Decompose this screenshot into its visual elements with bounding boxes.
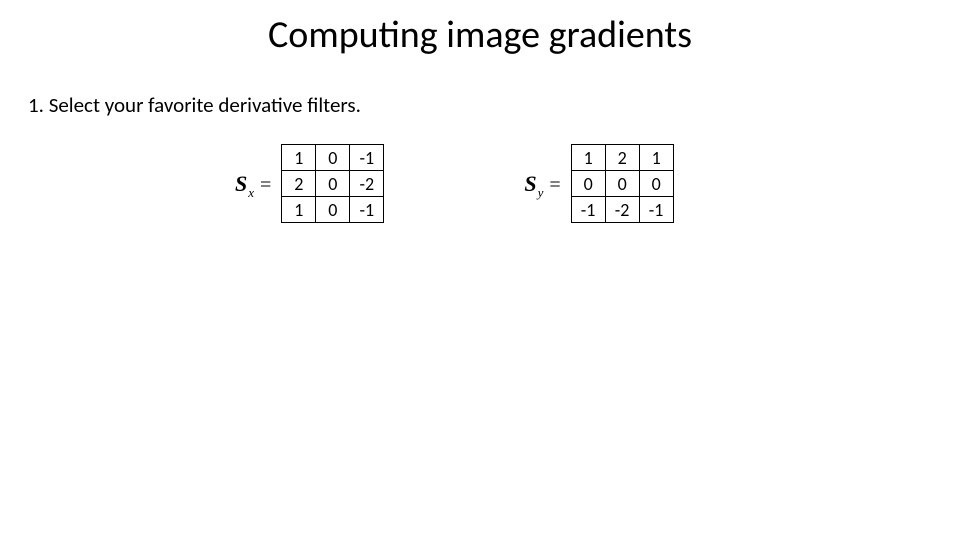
matrix-cell: 0 <box>605 171 639 197</box>
matrix-cell: -1 <box>639 197 673 223</box>
matrix-cell: 0 <box>316 171 350 197</box>
filter-sx: S x = 1 0 -1 2 0 -2 1 0 -1 <box>235 144 384 223</box>
filter-sy-label: S y = <box>524 171 560 197</box>
table-row: 2 0 -2 <box>282 171 384 197</box>
filter-sy-symbol: S <box>524 171 536 197</box>
filter-sy-equals: = <box>549 174 560 197</box>
matrix-cell: -1 <box>350 145 384 171</box>
matrix-cell: 1 <box>571 145 605 171</box>
table-row: 1 2 1 <box>571 145 673 171</box>
filter-sx-symbol: S <box>235 171 247 197</box>
filter-sx-equals: = <box>260 174 271 197</box>
matrix-cell: 0 <box>639 171 673 197</box>
matrix-cell: 1 <box>282 145 316 171</box>
matrix-cell: 0 <box>571 171 605 197</box>
matrix-cell: 1 <box>282 197 316 223</box>
filter-sy-subscript: y <box>538 185 544 201</box>
slide: Computing image gradients 1. Select your… <box>0 0 960 540</box>
table-row: 1 0 -1 <box>282 145 384 171</box>
matrix-cell: -1 <box>350 197 384 223</box>
matrix-cell: 2 <box>282 171 316 197</box>
table-row: -1 -2 -1 <box>571 197 673 223</box>
matrix-cell: -1 <box>571 197 605 223</box>
matrix-cell: 0 <box>316 197 350 223</box>
sy-matrix: 1 2 1 0 0 0 -1 -2 -1 <box>571 144 674 223</box>
filter-sx-label: S x = <box>235 171 271 197</box>
matrix-cell: 0 <box>316 145 350 171</box>
matrix-cell: 2 <box>605 145 639 171</box>
matrix-cell: -2 <box>350 171 384 197</box>
filters-row: S x = 1 0 -1 2 0 -2 1 0 -1 <box>0 144 960 223</box>
filter-sx-subscript: x <box>248 185 254 201</box>
matrix-cell: -2 <box>605 197 639 223</box>
filter-sy: S y = 1 2 1 0 0 0 -1 -2 -1 <box>524 144 673 223</box>
table-row: 1 0 -1 <box>282 197 384 223</box>
matrix-cell: 1 <box>639 145 673 171</box>
step-text: 1. Select your favorite derivative filte… <box>28 92 361 118</box>
slide-title: Computing image gradients <box>0 12 960 58</box>
sx-matrix: 1 0 -1 2 0 -2 1 0 -1 <box>281 144 384 223</box>
table-row: 0 0 0 <box>571 171 673 197</box>
